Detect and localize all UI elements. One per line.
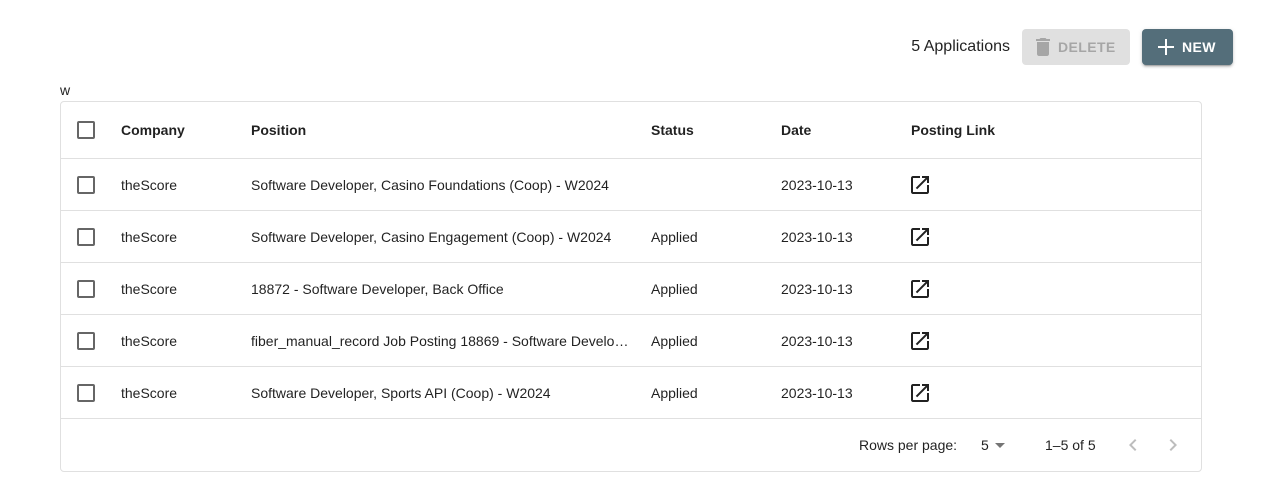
delete-button[interactable]: DELETE	[1022, 29, 1130, 65]
caret-down-icon[interactable]	[995, 442, 1005, 448]
status-cell: Applied	[651, 332, 698, 349]
table-row[interactable]: theScore fiber_manual_record Job Posting…	[61, 315, 1201, 367]
position-cell: 18872 - Software Developer, Back Office	[251, 280, 504, 297]
status-cell: Applied	[651, 228, 698, 245]
column-header-company[interactable]: Company	[121, 102, 241, 158]
company-cell: theScore	[121, 384, 178, 401]
table-row[interactable]: theScore Software Developer, Sports API …	[61, 367, 1201, 419]
date-cell: 2023-10-13	[781, 280, 853, 297]
column-header-status[interactable]: Status	[651, 102, 771, 158]
column-header-position[interactable]: Position	[251, 102, 631, 158]
date-cell: 2023-10-13	[781, 332, 853, 349]
stray-text: w	[60, 82, 71, 98]
company-cell: theScore	[121, 280, 178, 297]
column-header-date[interactable]: Date	[781, 102, 901, 158]
delete-button-label: DELETE	[1058, 39, 1116, 55]
row-checkbox[interactable]	[77, 279, 95, 298]
trash-icon	[1036, 38, 1050, 56]
pagination-range: 1–5 of 5	[1045, 437, 1096, 453]
position-cell: fiber_manual_record Job Posting 18869 - …	[251, 332, 631, 349]
select-all-checkbox[interactable]	[77, 121, 95, 139]
date-cell: 2023-10-13	[781, 176, 853, 193]
company-cell: theScore	[121, 332, 178, 349]
open-in-new-icon[interactable]	[911, 383, 929, 402]
table-header: Company Position Status Date Posting Lin…	[61, 102, 1201, 159]
row-checkbox[interactable]	[77, 383, 95, 402]
pagination: Rows per page: 5 1–5 of 5	[61, 419, 1201, 471]
applications-table: Company Position Status Date Posting Lin…	[60, 101, 1202, 472]
chevron-right-icon[interactable]	[1169, 439, 1177, 451]
table-row[interactable]: theScore 18872 - Software Developer, Bac…	[61, 263, 1201, 315]
row-checkbox[interactable]	[77, 175, 95, 194]
company-cell: theScore	[121, 176, 178, 193]
open-in-new-icon[interactable]	[911, 331, 929, 350]
company-cell: theScore	[121, 228, 178, 245]
application-count: 5 Applications	[911, 38, 1010, 55]
rows-per-page-label: Rows per page:	[859, 437, 958, 453]
status-cell: Applied	[651, 280, 698, 297]
new-button-label: NEW	[1182, 39, 1216, 55]
chevron-left-icon[interactable]	[1129, 439, 1137, 451]
open-in-new-icon[interactable]	[911, 279, 929, 298]
status-cell	[651, 159, 771, 210]
row-checkbox[interactable]	[77, 331, 95, 350]
table-row[interactable]: theScore Software Developer, Casino Enga…	[61, 211, 1201, 263]
table-row[interactable]: theScore Software Developer, Casino Foun…	[61, 159, 1201, 211]
position-cell: Software Developer, Casino Foundations (…	[251, 176, 609, 193]
open-in-new-icon[interactable]	[911, 227, 929, 246]
date-cell: 2023-10-13	[781, 384, 853, 401]
open-in-new-icon[interactable]	[911, 175, 929, 194]
column-header-posting-link[interactable]: Posting Link	[911, 102, 1071, 158]
row-checkbox[interactable]	[77, 227, 95, 246]
toolbar: 5 Applications DELETE NEW	[911, 28, 1233, 66]
date-cell: 2023-10-13	[781, 228, 853, 245]
status-cell: Applied	[651, 384, 698, 401]
new-button[interactable]: NEW	[1142, 29, 1233, 65]
position-cell: Software Developer, Sports API (Coop) - …	[251, 384, 551, 401]
plus-icon	[1158, 39, 1174, 55]
position-cell: Software Developer, Casino Engagement (C…	[251, 228, 612, 245]
